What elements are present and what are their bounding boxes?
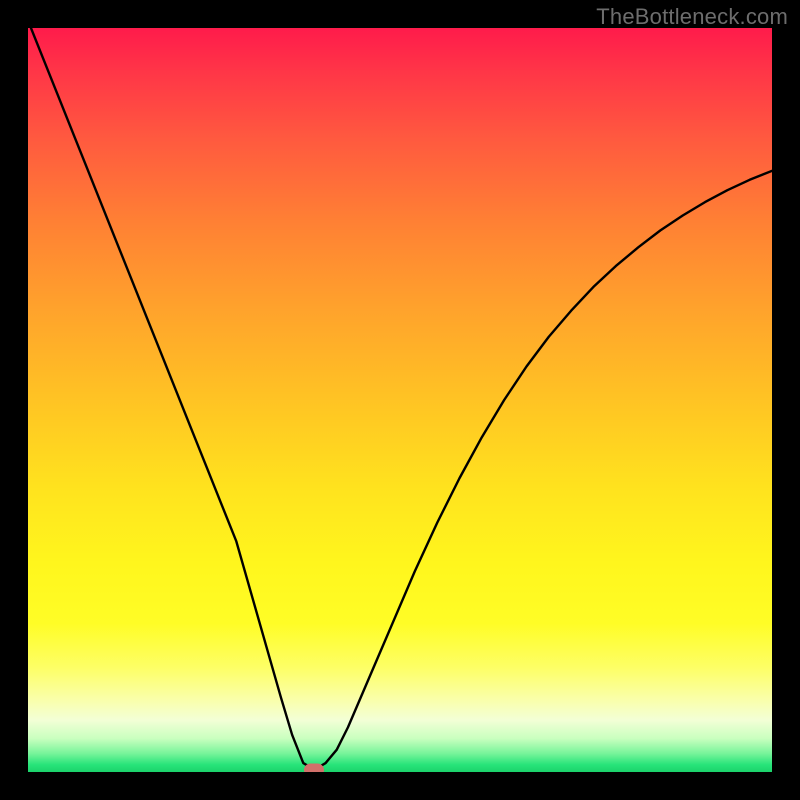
optimal-point-marker <box>304 763 324 772</box>
bottleneck-curve <box>28 28 772 770</box>
plot-area <box>28 28 772 772</box>
chart-frame: TheBottleneck.com <box>0 0 800 800</box>
watermark-text: TheBottleneck.com <box>596 4 788 30</box>
curve-svg <box>28 28 772 772</box>
